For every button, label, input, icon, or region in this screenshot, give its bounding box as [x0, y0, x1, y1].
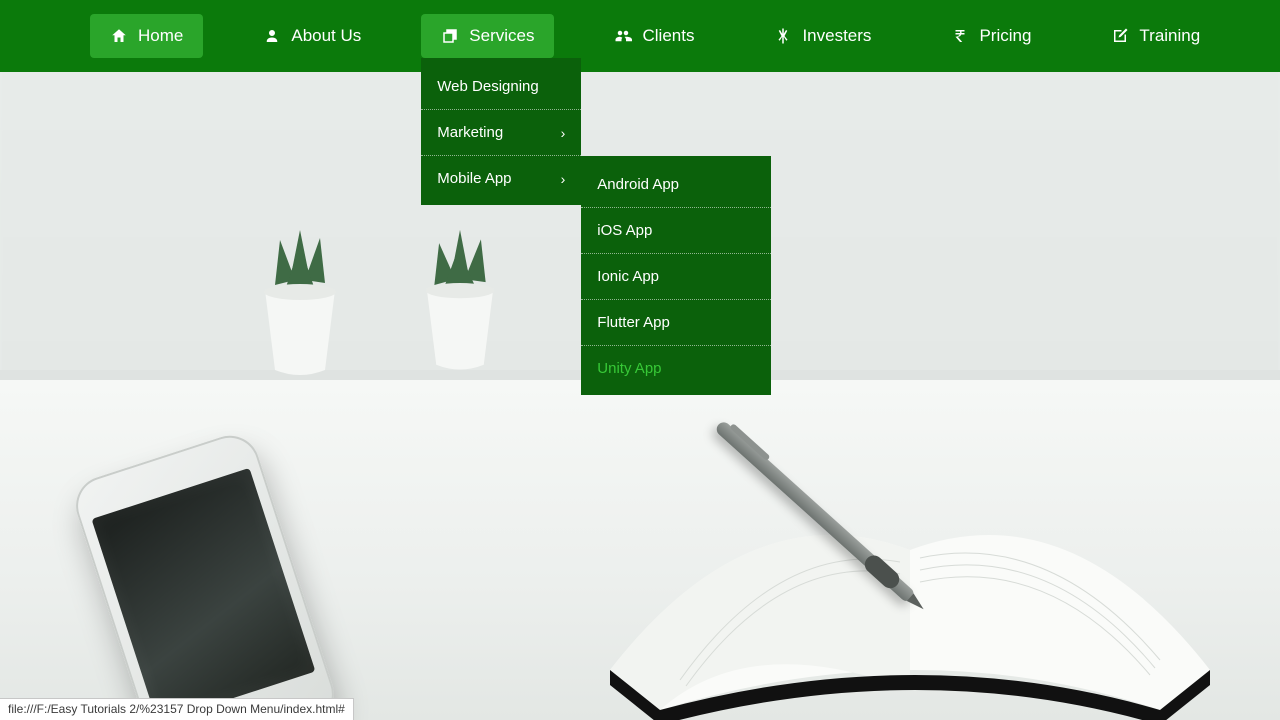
chevron-right-icon: › [561, 125, 566, 141]
dd-web-designing[interactable]: Web Designing [421, 64, 581, 110]
chevron-right-icon: › [561, 171, 566, 187]
nav-label: Home [138, 26, 183, 46]
dd-label: iOS App [597, 222, 652, 239]
clone-icon [441, 27, 459, 45]
nav-label: About Us [291, 26, 361, 46]
services-dropdown: Web Designing Marketing › Mobile App › A… [421, 58, 581, 205]
dd-label: Web Designing [437, 78, 538, 95]
nav-pricing[interactable]: Pricing [931, 14, 1051, 58]
dd-android[interactable]: Android App [581, 162, 771, 208]
nav-label: Clients [642, 26, 694, 46]
plant-1 [240, 220, 360, 390]
home-icon [110, 27, 128, 45]
nav-about[interactable]: About Us [243, 14, 381, 58]
dd-flutter[interactable]: Flutter App [581, 300, 771, 346]
main-navbar: Home About Us Services Web Designing Mar… [0, 0, 1280, 72]
nav-investers[interactable]: Investers [754, 14, 891, 58]
dd-label: Flutter App [597, 314, 670, 331]
nav-training[interactable]: Training [1091, 14, 1220, 58]
user-icon [263, 27, 281, 45]
status-bar-url: file:///F:/Easy Tutorials 2/%23157 Drop … [0, 698, 354, 720]
nav-services[interactable]: Services Web Designing Marketing › Mobil… [421, 14, 554, 58]
rupee-icon [951, 27, 969, 45]
dd-label: Unity App [597, 360, 661, 377]
dd-ionic[interactable]: Ionic App [581, 254, 771, 300]
nav-label: Services [469, 26, 534, 46]
peace-icon [774, 27, 792, 45]
edit-icon [1111, 27, 1129, 45]
nav-clients[interactable]: Clients [594, 14, 714, 58]
dd-marketing[interactable]: Marketing › [421, 110, 581, 156]
mobile-app-submenu: Android App iOS App Ionic App Flutter Ap… [581, 156, 771, 395]
nav-contact[interactable]: Contact [1260, 14, 1280, 58]
dd-label: Ionic App [597, 268, 659, 285]
nav-label: Training [1139, 26, 1200, 46]
dd-ios[interactable]: iOS App [581, 208, 771, 254]
nav-label: Investers [802, 26, 871, 46]
nav-label: Pricing [979, 26, 1031, 46]
dd-label: Mobile App [437, 170, 511, 187]
dd-unity[interactable]: Unity App [581, 346, 771, 395]
dd-label: Android App [597, 176, 679, 193]
dd-mobile-app[interactable]: Mobile App › Android App iOS App Ionic A… [421, 156, 581, 205]
nav-home[interactable]: Home [90, 14, 203, 58]
users-icon [614, 27, 632, 45]
dd-label: Marketing [437, 124, 503, 141]
plant-2 [403, 222, 517, 384]
